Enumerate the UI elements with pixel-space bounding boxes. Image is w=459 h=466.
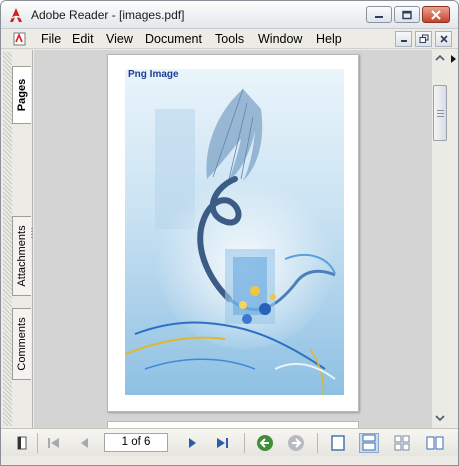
tab-comments-label: Comments bbox=[16, 317, 28, 371]
next-page-icon bbox=[189, 438, 196, 448]
image-title-text: Png Image bbox=[128, 69, 179, 80]
menu-window[interactable]: Window bbox=[258, 32, 302, 46]
tab-attachments[interactable]: Attachments bbox=[12, 216, 31, 296]
close-icon bbox=[439, 35, 448, 43]
tab-attachments-label: Attachments bbox=[16, 225, 28, 287]
document-minimize-button[interactable] bbox=[395, 31, 412, 47]
go-forward-icon bbox=[288, 435, 304, 451]
menu-edit[interactable]: Edit bbox=[72, 32, 94, 46]
triangle-right-icon bbox=[451, 55, 456, 63]
document-view[interactable]: Png Image bbox=[34, 50, 431, 428]
window-bottom-edge bbox=[1, 456, 458, 465]
maximize-button[interactable] bbox=[394, 6, 420, 23]
menu-document[interactable]: Document bbox=[145, 32, 202, 46]
scroll-up-button[interactable] bbox=[432, 50, 448, 66]
first-page-button[interactable] bbox=[45, 434, 63, 452]
vertical-scrollbar[interactable] bbox=[431, 50, 448, 428]
adobe-reader-window: Adobe Reader - [images.pdf] File Edit Vi… bbox=[0, 0, 459, 466]
scroll-thumb[interactable] bbox=[433, 85, 447, 141]
adobe-reader-icon bbox=[9, 7, 23, 23]
close-icon bbox=[431, 9, 441, 20]
previous-page-button[interactable] bbox=[76, 434, 94, 452]
close-button[interactable] bbox=[422, 6, 450, 23]
document-close-button[interactable] bbox=[435, 31, 452, 47]
restore-icon bbox=[419, 34, 428, 43]
tab-pages-label: Pages bbox=[16, 78, 28, 112]
document-restore-button[interactable] bbox=[415, 31, 432, 47]
panel-stripes bbox=[3, 52, 12, 426]
minimize-button[interactable] bbox=[366, 6, 392, 23]
options-icon[interactable] bbox=[17, 435, 27, 451]
minimize-icon bbox=[400, 40, 407, 42]
facing-icon bbox=[426, 436, 444, 450]
next-page-button[interactable] bbox=[183, 434, 201, 452]
single-page-button[interactable] bbox=[329, 434, 347, 452]
title-bar[interactable]: Adobe Reader - [images.pdf] bbox=[1, 1, 458, 29]
go-back-button[interactable] bbox=[256, 434, 274, 452]
last-page-button[interactable] bbox=[213, 434, 231, 452]
first-page-icon bbox=[48, 438, 59, 448]
go-back-icon bbox=[257, 435, 273, 451]
menu-help[interactable]: Help bbox=[316, 32, 342, 46]
scroll-up-icon bbox=[435, 54, 445, 61]
previous-page-icon bbox=[81, 438, 88, 448]
menu-view[interactable]: View bbox=[106, 32, 133, 46]
facing-button[interactable] bbox=[426, 434, 444, 452]
maximize-icon bbox=[402, 10, 412, 19]
scroll-down-icon bbox=[435, 415, 445, 422]
collapsed-panel-strip bbox=[448, 50, 458, 428]
pdf-page: Png Image bbox=[107, 54, 359, 412]
single-page-icon bbox=[331, 435, 345, 451]
tab-pages[interactable]: Pages bbox=[12, 66, 31, 124]
continuous-icon bbox=[362, 434, 376, 451]
pdf-document-icon[interactable] bbox=[13, 32, 27, 46]
continuous-button[interactable] bbox=[359, 433, 379, 453]
dragon-artwork-image bbox=[125, 69, 344, 395]
continuous-facing-button[interactable] bbox=[393, 434, 411, 452]
navigation-panel: Pages Attachments Comments bbox=[1, 50, 33, 428]
last-page-icon bbox=[217, 438, 228, 448]
menu-tools[interactable]: Tools bbox=[215, 32, 244, 46]
window-title: Adobe Reader - [images.pdf] bbox=[31, 8, 185, 22]
go-forward-button[interactable] bbox=[287, 434, 305, 452]
navigation-toolbar: 1 of 6 bbox=[1, 428, 458, 456]
scroll-down-button[interactable] bbox=[432, 410, 448, 426]
page-number-field[interactable]: 1 of 6 bbox=[104, 433, 168, 452]
next-pdf-page bbox=[107, 421, 359, 428]
expand-panel-button[interactable] bbox=[448, 52, 458, 66]
menu-bar: File Edit View Document Tools Window Hel… bbox=[1, 29, 458, 49]
minimize-icon bbox=[375, 15, 383, 18]
menu-file[interactable]: File bbox=[41, 32, 61, 46]
tab-comments[interactable]: Comments bbox=[12, 308, 31, 380]
continuous-facing-icon bbox=[394, 435, 410, 451]
